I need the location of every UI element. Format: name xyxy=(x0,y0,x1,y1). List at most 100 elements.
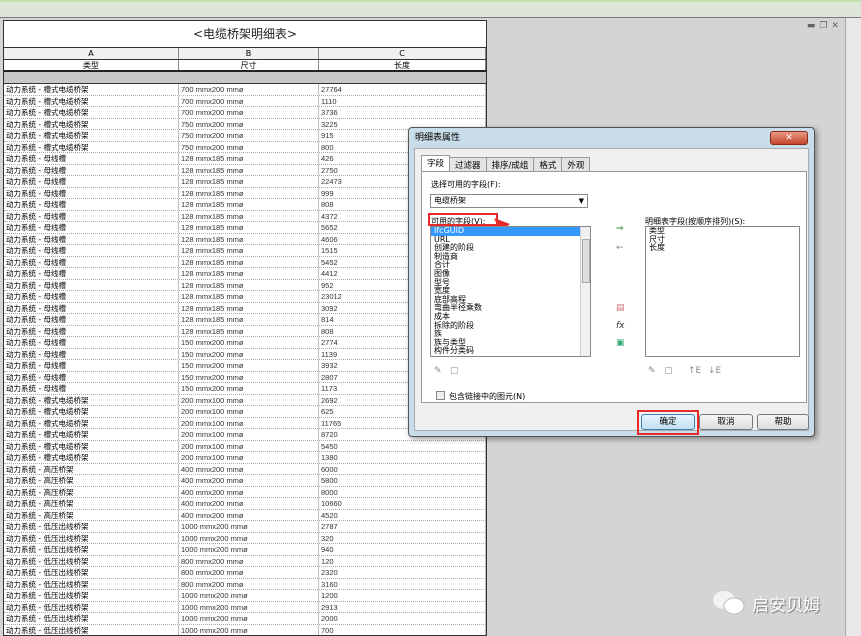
table-row[interactable]: 动力系统 - 槽式电缆桥架 700 mmx200 mmø 3736 xyxy=(4,107,486,119)
cell-size[interactable]: 700 mmx200 mmø xyxy=(179,95,319,106)
table-row[interactable]: 动力系统 - 低压出线桥架 800 mmx200 mmø 2320 xyxy=(4,567,486,579)
table-row[interactable]: 动力系统 - 槽式电缆桥架 200 mmx100 mmø 5450 xyxy=(4,440,486,452)
cell-size[interactable]: 400 mmx200 mmø xyxy=(179,498,319,509)
cell-size[interactable]: 1000 mmx200 mmø xyxy=(179,601,319,612)
cell-size[interactable]: 128 mmx185 mmø xyxy=(179,291,319,302)
available-field-item[interactable]: 构件分类码 xyxy=(431,347,590,356)
move-up-icon[interactable]: ↑E xyxy=(688,366,701,376)
cell-type[interactable]: 动力系统 - 母线槽 xyxy=(4,291,179,302)
table-row[interactable]: 动力系统 - 低压出线桥架 800 mmx200 mmø 3160 xyxy=(4,578,486,590)
table-row[interactable]: 动力系统 - 槽式电缆桥架 700 mmx200 mmø 1110 xyxy=(4,95,486,107)
cell-size[interactable]: 150 mmx200 mmø xyxy=(179,383,319,394)
cell-length[interactable]: 5450 xyxy=(319,440,486,451)
tab-filter[interactable]: 过滤器 xyxy=(449,157,487,171)
cell-size[interactable]: 800 mmx200 mmø xyxy=(179,555,319,566)
cell-type[interactable]: 动力系统 - 槽式电缆桥架 xyxy=(4,429,179,440)
cell-type[interactable]: 动力系统 - 低压出线桥架 xyxy=(4,613,179,624)
new-parameter-icon[interactable]: ▤ xyxy=(616,303,625,313)
cell-size[interactable]: 1000 mmx200 mmø xyxy=(179,624,319,635)
cell-type[interactable]: 动力系统 - 槽式电缆桥架 xyxy=(4,118,179,129)
cell-size[interactable]: 750 mmx200 mmø xyxy=(179,130,319,141)
table-row[interactable]: 动力系统 - 高压桥架 400 mmx200 mmø 8000 xyxy=(4,486,486,498)
cell-type[interactable]: 动力系统 - 高压桥架 xyxy=(4,486,179,497)
cell-size[interactable]: 128 mmx185 mmø xyxy=(179,187,319,198)
cell-length[interactable]: 2913 xyxy=(319,601,486,612)
table-row[interactable]: 动力系统 - 槽式电缆桥架 700 mmx200 mmø 27764 xyxy=(4,84,486,96)
cell-length[interactable]: 1200 xyxy=(319,590,486,601)
scheduled-fields-list[interactable]: 类型 尺寸 长度 xyxy=(645,226,800,357)
cell-type[interactable]: 动力系统 - 槽式电缆桥架 xyxy=(4,84,179,95)
available-field-item[interactable]: 制造商 xyxy=(431,252,590,262)
cell-length[interactable]: 8000 xyxy=(319,486,486,497)
vertical-scrollbar[interactable] xyxy=(845,18,861,636)
cell-type[interactable]: 动力系统 - 低压出线桥架 xyxy=(4,532,179,543)
edit-icon[interactable]: ✎ xyxy=(434,366,442,376)
cell-size[interactable]: 800 mmx200 mmø xyxy=(179,578,319,589)
cell-size[interactable]: 150 mmx200 mmø xyxy=(179,348,319,359)
delete-icon[interactable]: ▢ xyxy=(664,366,673,376)
available-field-item[interactable]: 图像 xyxy=(431,269,590,279)
col-letter-c[interactable]: C xyxy=(319,48,486,59)
col-header-size[interactable]: 尺寸 xyxy=(179,60,319,70)
cell-size[interactable]: 1000 mmx200 mmø xyxy=(179,613,319,624)
close-icon[interactable]: ✕ xyxy=(831,21,839,31)
cell-type[interactable]: 动力系统 - 槽式电缆桥架 xyxy=(4,394,179,405)
cell-size[interactable]: 200 mmx100 mmø xyxy=(179,429,319,440)
cell-size[interactable]: 128 mmx185 mmø xyxy=(179,233,319,244)
cell-type[interactable]: 动力系统 - 母线槽 xyxy=(4,383,179,394)
cell-length[interactable]: 27764 xyxy=(319,84,486,95)
cell-length[interactable]: 120 xyxy=(319,555,486,566)
cell-size[interactable]: 200 mmx100 mmø xyxy=(179,440,319,451)
cell-type[interactable]: 动力系统 - 母线槽 xyxy=(4,176,179,187)
cell-length[interactable]: 320 xyxy=(319,532,486,543)
cell-length[interactable]: 5800 xyxy=(319,475,486,486)
table-row[interactable]: 动力系统 - 低压出线桥架 1000 mmx200 mmø 940 xyxy=(4,544,486,556)
available-field-item[interactable]: 弯曲半径乘数 xyxy=(431,304,590,313)
cell-size[interactable]: 128 mmx185 mmø xyxy=(179,245,319,256)
col-header-length[interactable]: 长度 xyxy=(319,60,486,70)
scheduled-field-item[interactable]: 尺寸 xyxy=(646,235,799,245)
include-links-checkbox[interactable] xyxy=(436,391,445,400)
cell-size[interactable]: 128 mmx185 mmø xyxy=(179,210,319,221)
remove-field-icon[interactable]: ← xyxy=(616,243,624,253)
cell-size[interactable]: 400 mmx200 mmø xyxy=(179,475,319,486)
table-row[interactable]: 动力系统 - 高压桥架 400 mmx200 mmø 6000 xyxy=(4,463,486,475)
cell-size[interactable]: 128 mmx185 mmø xyxy=(179,325,319,336)
cell-type[interactable]: 动力系统 - 高压桥架 xyxy=(4,463,179,474)
cell-length[interactable]: 1380 xyxy=(319,452,486,463)
cell-type[interactable]: 动力系统 - 槽式电缆桥架 xyxy=(4,406,179,417)
cell-type[interactable]: 动力系统 - 母线槽 xyxy=(4,348,179,359)
cell-length[interactable]: 2320 xyxy=(319,567,486,578)
table-row[interactable]: 动力系统 - 低压出线桥架 1000 mmx200 mmø 320 xyxy=(4,532,486,544)
table-row[interactable]: 动力系统 - 低压出线桥架 1000 mmx200 mmø 2000 xyxy=(4,613,486,625)
cell-length[interactable]: 3160 xyxy=(319,578,486,589)
cell-length[interactable]: 2000 xyxy=(319,613,486,624)
tab-appearance[interactable]: 外观 xyxy=(561,157,591,171)
cell-size[interactable]: 128 mmx185 mmø xyxy=(179,256,319,267)
combine-parameters-icon[interactable]: ▣ xyxy=(616,338,625,348)
cell-size[interactable]: 128 mmx185 mmø xyxy=(179,153,319,164)
cell-type[interactable]: 动力系统 - 低压出线桥架 xyxy=(4,601,179,612)
table-row[interactable]: 动力系统 - 低压出线桥架 1000 mmx200 mmø 1200 xyxy=(4,590,486,602)
cell-size[interactable]: 200 mmx100 mmø xyxy=(179,406,319,417)
cell-type[interactable]: 动力系统 - 母线槽 xyxy=(4,337,179,348)
cell-size[interactable]: 128 mmx185 mmø xyxy=(179,268,319,279)
col-letter-b[interactable]: B xyxy=(179,48,319,59)
table-row[interactable]: 动力系统 - 低压出线桥架 1000 mmx200 mmø 2913 xyxy=(4,601,486,613)
table-row[interactable]: 动力系统 - 高压桥架 400 mmx200 mmø 4520 xyxy=(4,509,486,521)
restore-icon[interactable]: ❐ xyxy=(819,21,827,31)
scheduled-field-item[interactable]: 长度 xyxy=(646,244,799,253)
move-down-icon[interactable]: ↓E xyxy=(708,366,721,376)
col-letter-a[interactable]: A xyxy=(4,48,179,59)
edit-icon[interactable]: ✎ xyxy=(648,366,656,376)
cell-type[interactable]: 动力系统 - 槽式电缆桥架 xyxy=(4,440,179,451)
cell-type[interactable]: 动力系统 - 母线槽 xyxy=(4,256,179,267)
available-field-item[interactable]: 型号 xyxy=(431,278,590,288)
available-field-item[interactable]: IfcGUID xyxy=(431,227,590,236)
cell-length[interactable]: 940 xyxy=(319,544,486,555)
cell-size[interactable]: 750 mmx200 mmø xyxy=(179,118,319,129)
scheduled-field-item[interactable]: 类型 xyxy=(646,227,799,236)
cell-length[interactable]: 10660 xyxy=(319,498,486,509)
cell-type[interactable]: 动力系统 - 低压出线桥架 xyxy=(4,567,179,578)
cell-type[interactable]: 动力系统 - 母线槽 xyxy=(4,325,179,336)
